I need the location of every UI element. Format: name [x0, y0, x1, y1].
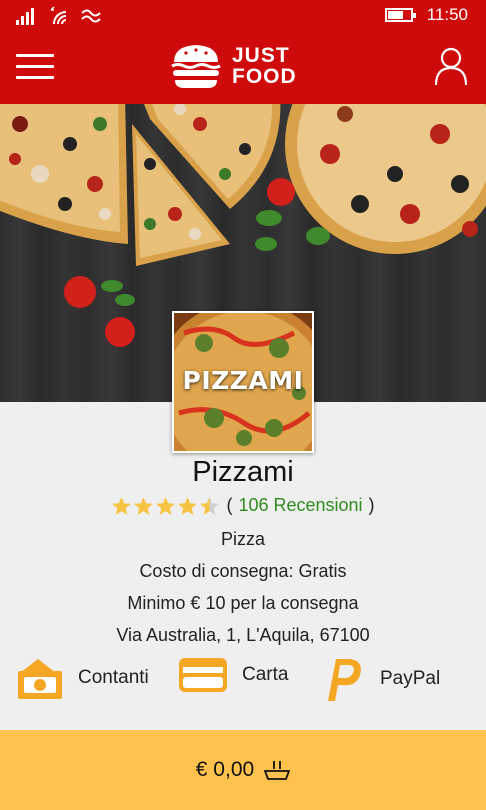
hamburger-icon[interactable]	[16, 54, 54, 82]
restaurant-name: Pizzami	[192, 456, 294, 488]
payment-cash: Contanti	[16, 655, 149, 701]
reviews-link[interactable]: 106 Recensioni	[238, 495, 362, 516]
basket-icon	[264, 761, 291, 780]
wifi-icon	[50, 6, 67, 25]
app-logo: JUST FOOD	[168, 40, 297, 92]
star-rating	[111, 496, 220, 516]
battery-icon	[384, 8, 416, 22]
star-icon	[134, 496, 154, 515]
delivery-cost: Costo di consegna: Gratis	[139, 561, 347, 581]
restaurant-address: Via Australia, 1, L'Aquila, 67100	[116, 625, 370, 645]
payment-cash-label: Contanti	[78, 667, 149, 688]
logo-line-1: JUST	[232, 44, 290, 67]
signal-icon	[16, 8, 34, 25]
cash-icon	[18, 659, 62, 699]
credit-card-icon	[179, 658, 227, 692]
star-icon	[200, 496, 220, 515]
payment-card-label: Carta	[242, 664, 289, 685]
payment-paypal-label: PayPal	[380, 668, 441, 689]
cart-total: € 0,00	[195, 758, 255, 781]
star-icon	[156, 496, 176, 515]
restaurant-logo-text: PIZZAMI	[182, 366, 304, 395]
payment-paypal: PayPal	[318, 655, 440, 703]
paypal-icon	[328, 659, 361, 701]
minimum-order: Minimo € 10 per la consegna	[127, 593, 359, 613]
payment-methods: Contanti Carta PayPal	[0, 655, 486, 707]
user-icon[interactable]	[434, 46, 468, 86]
rating-row: (106 Recensioni)	[0, 495, 486, 516]
data-sync-icon	[81, 9, 101, 23]
star-icon	[178, 496, 198, 515]
status-time: 11:50	[426, 5, 468, 24]
restaurant-category: Pizza	[220, 529, 265, 549]
app-header: JUST FOOD	[0, 32, 486, 104]
star-icon	[112, 496, 132, 515]
payment-card: Carta	[178, 655, 288, 695]
pizza-left-image	[0, 104, 128, 244]
status-bar: 11:50	[0, 0, 486, 32]
burger-logo-icon	[171, 45, 221, 88]
cart-bar[interactable]: € 0,00	[0, 730, 486, 810]
restaurant-logo: PIZZAMI	[172, 311, 314, 453]
logo-line-2: FOOD	[232, 65, 297, 88]
